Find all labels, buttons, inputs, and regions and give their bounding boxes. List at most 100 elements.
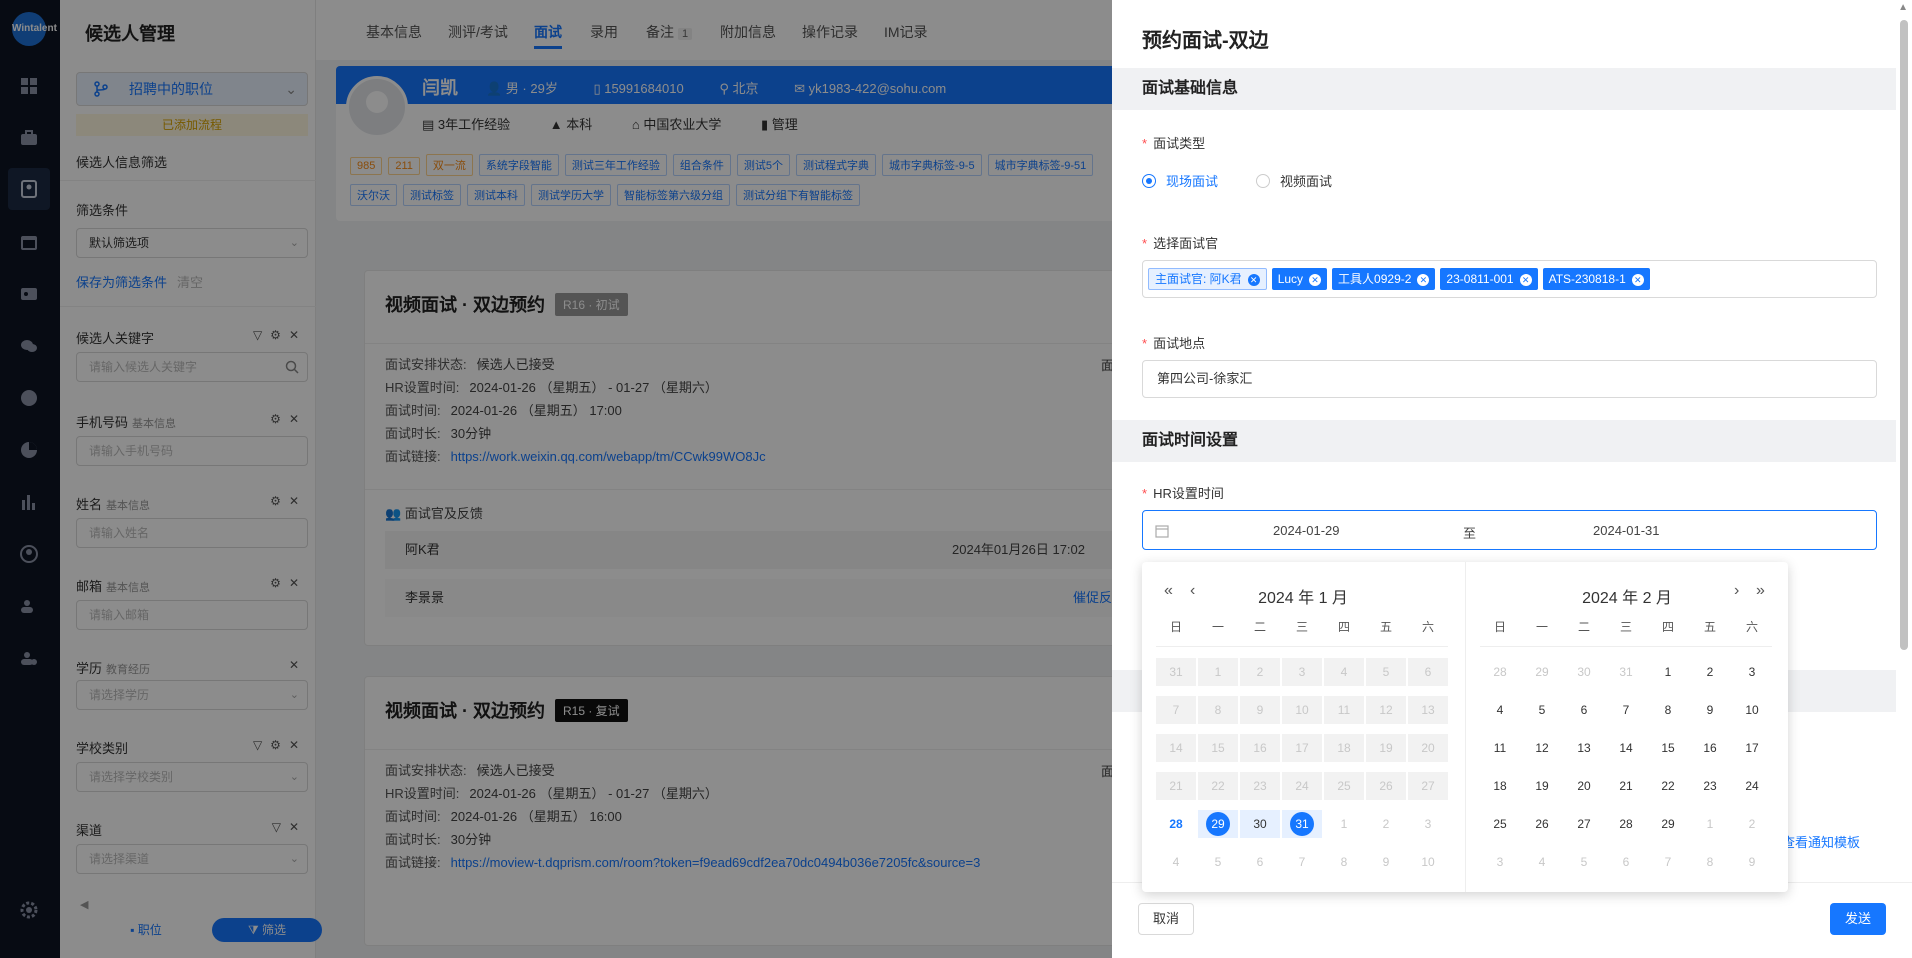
view-template-link[interactable]: 查看通知模板	[1782, 832, 1860, 851]
calendar-day[interactable]: 27	[1564, 810, 1604, 838]
calendar-day[interactable]: 28	[1156, 810, 1196, 838]
calendar-day[interactable]: 22	[1648, 772, 1688, 800]
calendar-day[interactable]: 9	[1690, 696, 1730, 724]
calendar-day[interactable]: 9	[1732, 848, 1772, 876]
calendar-day[interactable]: 29	[1198, 810, 1238, 838]
calendar-day[interactable]: 21	[1156, 772, 1196, 800]
calendar-day[interactable]: 28	[1480, 658, 1520, 686]
calendar-day[interactable]: 16	[1690, 734, 1730, 762]
remove-chip-icon[interactable]: ✕	[1247, 274, 1260, 286]
calendar-day[interactable]: 30	[1564, 658, 1604, 686]
calendar-day[interactable]: 7	[1156, 696, 1196, 724]
calendar-day[interactable]: 29	[1648, 810, 1688, 838]
calendar-day[interactable]: 1	[1198, 658, 1238, 686]
calendar-day[interactable]: 6	[1564, 696, 1604, 724]
calendar-day[interactable]: 17	[1282, 734, 1322, 762]
interviewer-chip[interactable]: 23-0811-001 ✕	[1440, 268, 1538, 290]
calendar-day[interactable]: 10	[1408, 848, 1448, 876]
calendar-day[interactable]: 28	[1606, 810, 1646, 838]
calendar-day[interactable]: 23	[1240, 772, 1280, 800]
calendar-day[interactable]: 21	[1606, 772, 1646, 800]
calendar-day[interactable]: 1	[1648, 658, 1688, 686]
interviewer-select[interactable]: 主面试官: 阿K君 ✕ Lucy ✕ 工具人0929-2 ✕ 23-0811-001 ✕ ATS…	[1142, 260, 1877, 298]
calendar-day[interactable]: 4	[1156, 848, 1196, 876]
calendar-day[interactable]: 7	[1606, 696, 1646, 724]
calendar-day[interactable]: 5	[1522, 696, 1562, 724]
interviewer-chip[interactable]: ATS-230818-1 ✕	[1542, 268, 1650, 290]
calendar-day[interactable]: 13	[1564, 734, 1604, 762]
calendar-day[interactable]: 2	[1240, 658, 1280, 686]
radio-onsite[interactable]: 现场面试	[1142, 171, 1218, 190]
calendar-day[interactable]: 11	[1324, 696, 1364, 724]
range-end[interactable]: 2024-01-31	[1593, 523, 1660, 538]
calendar-day[interactable]: 3	[1282, 658, 1322, 686]
interviewer-chip[interactable]: 主面试官: 阿K君 ✕	[1148, 268, 1267, 290]
calendar-day[interactable]: 4	[1324, 658, 1364, 686]
calendar-day[interactable]: 7	[1648, 848, 1688, 876]
calendar-day[interactable]: 20	[1408, 734, 1448, 762]
calendar-day[interactable]: 2	[1690, 658, 1730, 686]
calendar-day[interactable]: 27	[1408, 772, 1448, 800]
calendar-day[interactable]: 19	[1366, 734, 1406, 762]
calendar-day[interactable]: 20	[1564, 772, 1604, 800]
drawer-scrollbar[interactable]	[1900, 20, 1908, 650]
calendar-day[interactable]: 31	[1282, 810, 1322, 838]
calendar-day[interactable]: 24	[1282, 772, 1322, 800]
calendar-day[interactable]: 8	[1648, 696, 1688, 724]
date-range-input[interactable]: 2024-01-29 至 2024-01-31	[1142, 510, 1877, 550]
calendar-day[interactable]: 9	[1366, 848, 1406, 876]
interviewer-chip[interactable]: 工具人0929-2 ✕	[1332, 268, 1436, 290]
calendar-day[interactable]: 2	[1366, 810, 1406, 838]
calendar-day[interactable]: 1	[1690, 810, 1730, 838]
calendar-day[interactable]: 26	[1522, 810, 1562, 838]
calendar-day[interactable]: 15	[1648, 734, 1688, 762]
remove-chip-icon[interactable]: ✕	[1631, 274, 1644, 286]
calendar-day[interactable]: 17	[1732, 734, 1772, 762]
calendar-day[interactable]: 23	[1690, 772, 1730, 800]
calendar-day[interactable]: 29	[1522, 658, 1562, 686]
calendar-day[interactable]: 25	[1480, 810, 1520, 838]
calendar-day[interactable]: 26	[1366, 772, 1406, 800]
remove-chip-icon[interactable]: ✕	[1309, 274, 1322, 286]
calendar-day[interactable]: 8	[1198, 696, 1238, 724]
calendar-day[interactable]: 2	[1732, 810, 1772, 838]
calendar-day[interactable]: 8	[1324, 848, 1364, 876]
calendar-day[interactable]: 3	[1408, 810, 1448, 838]
calendar-day[interactable]: 14	[1156, 734, 1196, 762]
radio-video[interactable]: 视频面试	[1256, 171, 1332, 190]
calendar-day[interactable]: 10	[1732, 696, 1772, 724]
calendar-day[interactable]: 16	[1240, 734, 1280, 762]
calendar-day[interactable]: 3	[1732, 658, 1772, 686]
send-button[interactable]: 发送	[1830, 903, 1886, 935]
calendar-day[interactable]: 13	[1408, 696, 1448, 724]
range-start[interactable]: 2024-01-29	[1273, 523, 1340, 538]
calendar-day[interactable]: 31	[1606, 658, 1646, 686]
calendar-day[interactable]: 11	[1480, 734, 1520, 762]
calendar-day[interactable]: 31	[1156, 658, 1196, 686]
calendar-day[interactable]: 9	[1240, 696, 1280, 724]
calendar-day[interactable]: 5	[1564, 848, 1604, 876]
calendar-day[interactable]: 12	[1522, 734, 1562, 762]
remove-chip-icon[interactable]: ✕	[1519, 274, 1532, 286]
calendar-day[interactable]: 22	[1198, 772, 1238, 800]
calendar-day[interactable]: 8	[1690, 848, 1730, 876]
location-input[interactable]: 第四公司-徐家汇	[1142, 360, 1877, 398]
calendar-day[interactable]: 6	[1240, 848, 1280, 876]
calendar-day[interactable]: 18	[1480, 772, 1520, 800]
scroll-up-icon[interactable]: ▲	[1898, 2, 1908, 13]
calendar-day[interactable]: 6	[1408, 658, 1448, 686]
calendar-day[interactable]: 18	[1324, 734, 1364, 762]
calendar-day[interactable]: 6	[1606, 848, 1646, 876]
calendar-day[interactable]: 5	[1198, 848, 1238, 876]
calendar-day[interactable]: 7	[1282, 848, 1322, 876]
calendar-day[interactable]: 5	[1366, 658, 1406, 686]
calendar-day[interactable]: 12	[1366, 696, 1406, 724]
calendar-day[interactable]: 10	[1282, 696, 1322, 724]
calendar-day[interactable]: 14	[1606, 734, 1646, 762]
interviewer-chip[interactable]: Lucy ✕	[1271, 268, 1328, 290]
calendar-day[interactable]: 3	[1480, 848, 1520, 876]
calendar-day[interactable]: 24	[1732, 772, 1772, 800]
calendar-day[interactable]: 4	[1480, 696, 1520, 724]
calendar-day[interactable]: 25	[1324, 772, 1364, 800]
calendar-day[interactable]: 1	[1324, 810, 1364, 838]
